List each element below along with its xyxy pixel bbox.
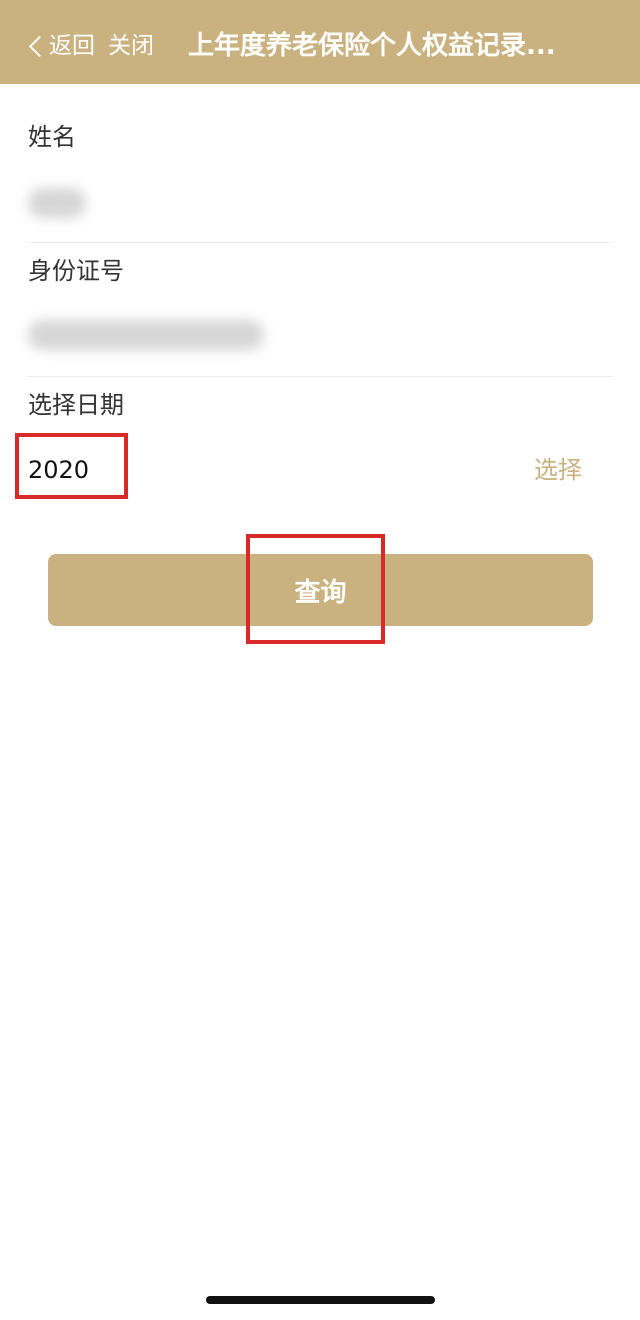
id-number-divider: [28, 376, 612, 377]
name-divider: [28, 242, 612, 243]
date-label: 选择日期: [28, 391, 124, 419]
back-button[interactable]: 返回: [26, 28, 95, 64]
chevron-left-icon: [28, 35, 51, 57]
id-number-label: 身份证号: [28, 257, 124, 285]
close-button[interactable]: 关闭: [108, 28, 154, 64]
name-label: 姓名: [28, 123, 76, 151]
page: 返回 关闭 上年度养老保险个人权益记录... 姓名 身份证号 选择日期 2020…: [0, 0, 640, 1320]
back-label: 返回: [49, 33, 95, 59]
query-highlight-annotation: [246, 534, 385, 644]
page-title: 上年度养老保险个人权益记录...: [188, 31, 556, 61]
home-indicator: [206, 1296, 435, 1304]
id-number-value-redacted: [22, 312, 272, 358]
navbar: 返回 关闭 上年度养老保险个人权益记录...: [0, 0, 640, 84]
date-select-button[interactable]: 选择: [534, 452, 582, 488]
name-value-redacted: [22, 180, 102, 226]
date-highlight-annotation: [15, 433, 128, 499]
